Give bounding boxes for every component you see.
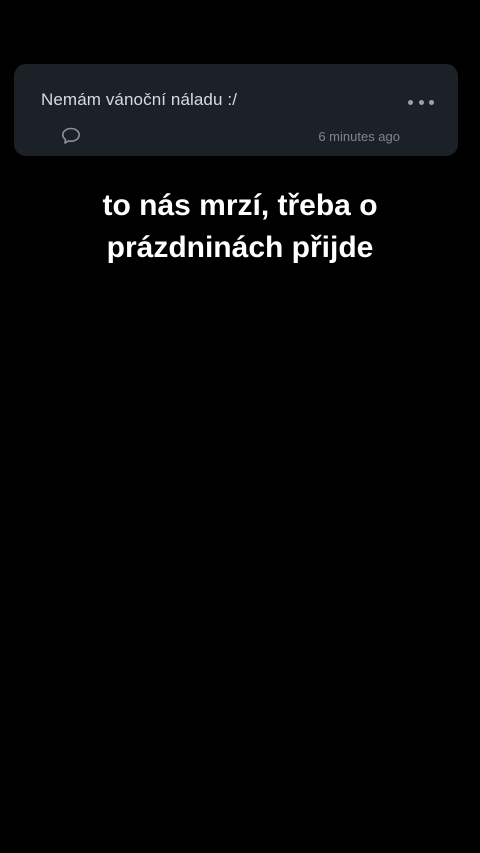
more-horizontal-icon bbox=[408, 99, 413, 105]
story-caption: to nás mrzí, třeba o prázdninách přijde bbox=[0, 185, 480, 269]
comment-bubble-icon bbox=[62, 127, 80, 144]
more-dot bbox=[429, 99, 434, 105]
caption-line-2: prázdninách přijde bbox=[106, 231, 374, 264]
post-card[interactable]: Nemám vánoční náladu :/ 6 minutes ago bbox=[14, 64, 458, 156]
post-timestamp: 6 minutes ago bbox=[318, 129, 400, 144]
more-options-button[interactable] bbox=[408, 97, 434, 107]
post-text: Nemám vánoční náladu :/ bbox=[41, 90, 238, 109]
story-screen: { "post": { "text": "Nemám vánoční nálad… bbox=[0, 0, 480, 853]
comment-button[interactable] bbox=[60, 126, 82, 146]
more-dot bbox=[418, 99, 424, 105]
caption-line-1: to nás mrzí, třeba o bbox=[102, 189, 378, 222]
